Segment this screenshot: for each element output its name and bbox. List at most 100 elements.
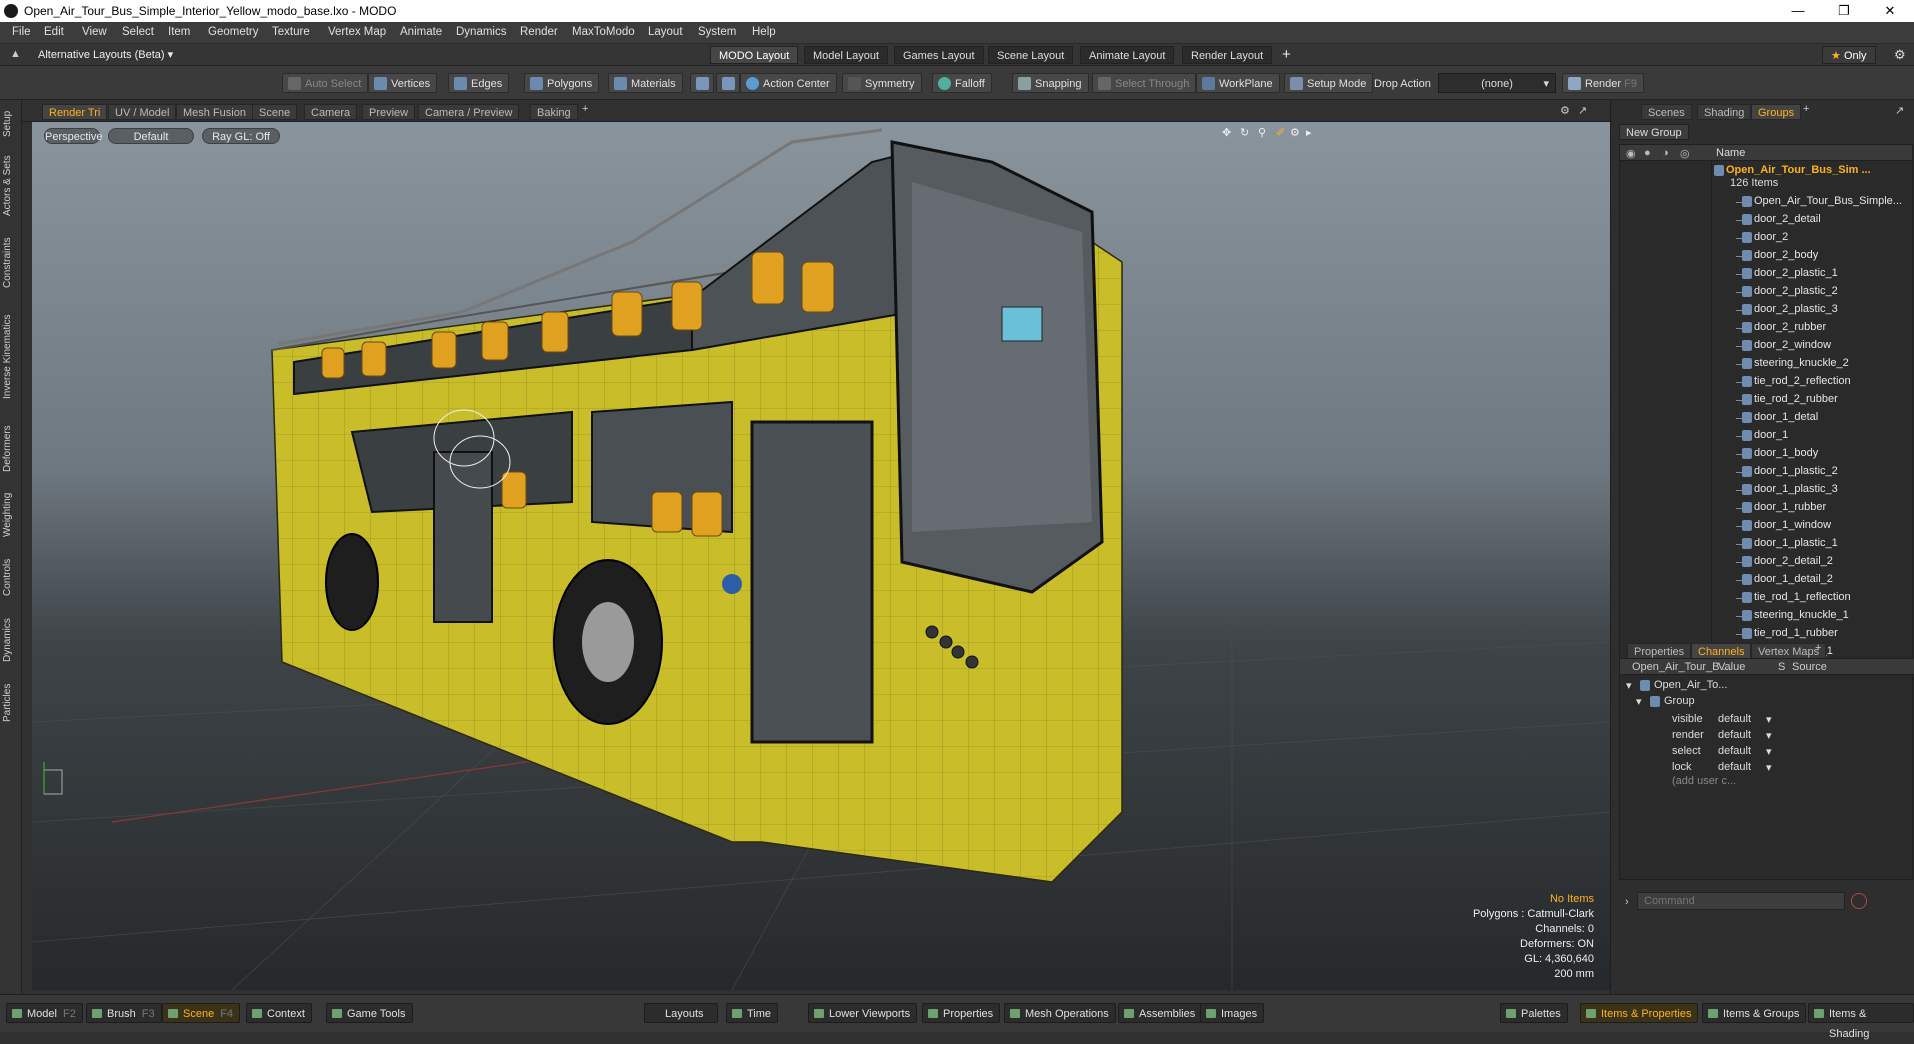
view-style-button[interactable]: Default [108, 128, 194, 144]
group-item-row[interactable]: door_1_window [1620, 517, 1912, 535]
group-item-row[interactable]: door_2_window [1620, 337, 1912, 355]
channel-value-dropdown[interactable]: default [1718, 761, 1751, 773]
tab-actors-sets[interactable]: Actors & Sets [2, 148, 20, 224]
tab-dynamics[interactable]: Dynamics [2, 610, 20, 670]
tab-camera[interactable]: Camera [304, 104, 358, 120]
group-item-row[interactable]: door_2_plastic_1 [1620, 265, 1912, 283]
zoom-icon[interactable]: ⚲ [1258, 126, 1266, 139]
status-palettes-button[interactable]: Palettes [1500, 1003, 1568, 1023]
add-user-channel-row[interactable]: (add user c... [1620, 773, 1914, 791]
status-images-button[interactable]: Images [1200, 1003, 1265, 1023]
layout-tab-scene[interactable]: Scene Layout [988, 46, 1074, 64]
menu-dynamics[interactable]: Dynamics [456, 26, 506, 38]
status-items-shading-button[interactable]: Items & Shading [1808, 1003, 1914, 1040]
menu-view[interactable]: View [82, 26, 107, 38]
group-item-row[interactable]: steering_knuckle_2 [1620, 355, 1912, 373]
tab-preview[interactable]: Preview [362, 104, 416, 120]
menu-layout[interactable]: Layout [648, 26, 683, 38]
status-layouts-button[interactable]: Layouts [644, 1003, 718, 1023]
status-lower-viewports-button[interactable]: Lower Viewports [808, 1003, 918, 1023]
group-item-row[interactable]: door_1_plastic_1 [1620, 535, 1912, 553]
expand-icon[interactable]: ▾ [1636, 695, 1642, 708]
select-mode-b-button[interactable] [716, 73, 740, 93]
group-root-row[interactable]: Open_Air_Tour_Bus_Sim ... 126 Items [1620, 162, 1912, 192]
status-items-properties-button[interactable]: Items & Properties [1580, 1003, 1699, 1023]
tab-setup[interactable]: Setup [2, 106, 20, 142]
auto-select-button[interactable]: Auto Select [282, 73, 369, 93]
group-item-row[interactable]: door_2_detail_2 [1620, 553, 1912, 571]
layout-tab-render[interactable]: Render Layout [1182, 46, 1273, 64]
group-item-row[interactable]: door_1_detal [1620, 409, 1912, 427]
view-perspective-button[interactable]: Perspective [44, 128, 102, 144]
select-icon[interactable]: ◎ [1680, 147, 1690, 160]
group-item-row[interactable]: door_2 [1620, 229, 1912, 247]
group-item-row[interactable]: steering_knuckle_1 [1620, 607, 1912, 625]
menu-help[interactable]: Help [752, 26, 776, 38]
tab-render-tri[interactable]: Render Tri [42, 104, 108, 120]
select-mode-a-button[interactable] [690, 73, 714, 93]
status-properties-button[interactable]: Properties [922, 1003, 1001, 1023]
status-brush-button[interactable]: Brush F3 [86, 1003, 162, 1023]
group-item-row[interactable]: door_1_body [1620, 445, 1912, 463]
collapse-icon[interactable]: ▲ [10, 48, 21, 60]
group-item-row[interactable]: door_1 [1620, 427, 1912, 445]
tab-scene[interactable]: Scene [252, 104, 298, 120]
expand-icon[interactable]: ▾ [1626, 679, 1632, 692]
status-model-button[interactable]: Model F2 [6, 1003, 83, 1023]
group-item-row[interactable]: tie_rod_1_rubber [1620, 625, 1912, 643]
add-panel-tab-icon[interactable]: + [1803, 103, 1809, 115]
status-mesh-operations-button[interactable]: Mesh Operations [1004, 1003, 1116, 1023]
menu-render[interactable]: Render [520, 26, 558, 38]
menu-texture[interactable]: Texture [272, 26, 310, 38]
symmetry-button[interactable]: Symmetry [842, 73, 922, 93]
group-item-row[interactable]: Open_Air_Tour_Bus_Simple... [1620, 193, 1912, 211]
group-item-row[interactable]: door_1_plastic_2 [1620, 463, 1912, 481]
group-item-row[interactable]: door_2_body [1620, 247, 1912, 265]
polygons-button[interactable]: Polygons [524, 73, 600, 93]
3d-viewport[interactable]: Perspective Default Ray GL: Off ✥ ↻ ⚲ ✐ … [32, 122, 1610, 990]
command-input[interactable] [1637, 892, 1845, 910]
group-item-row[interactable]: door_1_rubber [1620, 499, 1912, 517]
menu-maxtomodo[interactable]: MaxToModo [572, 26, 635, 38]
tab-groups[interactable]: Groups [1751, 104, 1802, 120]
tab-shading[interactable]: Shading [1697, 104, 1752, 120]
minimize-button[interactable]: — [1775, 0, 1821, 22]
viewport-settings-icon[interactable]: ⚙ [1560, 104, 1570, 117]
snapping-button[interactable]: Snapping [1012, 73, 1089, 93]
status-game-tools-button[interactable]: Game Tools [326, 1003, 413, 1023]
tab-deformers[interactable]: Deformers [2, 418, 20, 480]
layout-tab-modo[interactable]: MODO Layout [710, 46, 799, 64]
chevron-down-icon[interactable]: ▾ [1766, 729, 1772, 742]
layout-tab-model[interactable]: Model Layout [804, 46, 889, 64]
render-toggle-icon[interactable]: ● [1644, 147, 1651, 159]
group-item-row[interactable]: door_2_detail [1620, 211, 1912, 229]
rotate-icon[interactable]: ↻ [1240, 126, 1249, 139]
tab-channels[interactable]: Channels [1691, 643, 1752, 659]
more-icon[interactable]: ▸ [1306, 126, 1312, 139]
maximize-panel-icon[interactable]: ↗ [1895, 104, 1904, 117]
menu-select[interactable]: Select [122, 26, 154, 38]
channel-value-dropdown[interactable]: default [1718, 745, 1751, 757]
setup-mode-button[interactable]: Setup Mode [1284, 73, 1374, 93]
tab-controls[interactable]: Controls [2, 550, 20, 604]
restore-button[interactable]: ❐ [1821, 0, 1867, 22]
status-scene-button[interactable]: Scene F4 [162, 1003, 241, 1023]
status-items-groups-button[interactable]: Items & Groups [1702, 1003, 1807, 1023]
menu-file[interactable]: File [12, 26, 31, 38]
menu-geometry[interactable]: Geometry [208, 26, 259, 38]
render-button[interactable]: Render F9 [1562, 73, 1644, 93]
drop-action-dropdown[interactable]: (none) ▾ [1438, 73, 1556, 93]
layout-tab-games[interactable]: Games Layout [894, 46, 984, 64]
viewport-gear-icon[interactable]: ⚙ [1290, 126, 1300, 139]
channels-group-row[interactable]: ▾ Group [1620, 693, 1914, 711]
tab-weighting[interactable]: Weighting [2, 486, 20, 544]
workplane-button[interactable]: WorkPlane [1196, 73, 1280, 93]
tab-particles[interactable]: Particles [2, 676, 20, 730]
group-item-row[interactable]: tie_rod_1_reflection [1620, 589, 1912, 607]
menu-edit[interactable]: Edit [44, 26, 64, 38]
chevron-down-icon[interactable]: ▾ [1766, 745, 1772, 758]
group-item-row[interactable]: door_1_plastic_3 [1620, 481, 1912, 499]
add-tab-icon[interactable]: + [582, 103, 588, 115]
materials-button[interactable]: Materials [608, 73, 683, 93]
status-time-button[interactable]: Time [726, 1003, 779, 1023]
